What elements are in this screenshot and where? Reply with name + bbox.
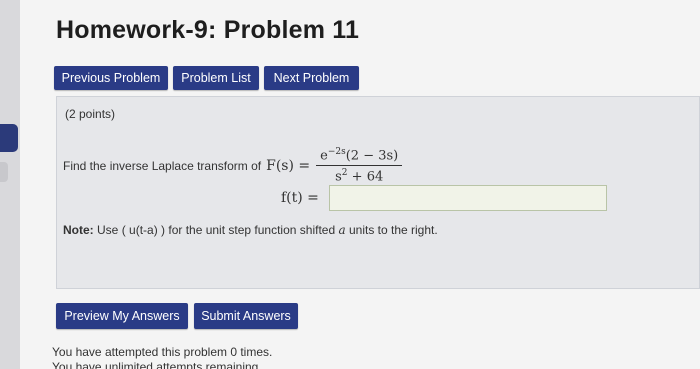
points-label: (2 points): [65, 107, 116, 121]
previous-problem-button[interactable]: Previous Problem: [54, 66, 168, 90]
page-title: Homework-9: Problem 11: [56, 16, 360, 44]
side-panel-tab[interactable]: [0, 124, 18, 152]
problem-list-button[interactable]: Problem List: [173, 66, 259, 90]
attempts-status: You have attempted this problem 0 times.: [52, 345, 273, 359]
problem-box: (2 points) Find the inverse Laplace tran…: [56, 96, 700, 289]
answer-label: f(t) =: [281, 190, 319, 206]
note-text: Note: Use ( u(t-a) ) for the unit step f…: [63, 223, 438, 237]
submit-answers-button[interactable]: Submit Answers: [194, 303, 298, 329]
problem-page: Homework-9: Problem 11 Previous Problem …: [20, 0, 700, 369]
fraction-denominator: s2 + 64: [335, 168, 384, 185]
side-panel-strip: [0, 0, 20, 369]
function-lhs: F(s) =: [266, 157, 311, 174]
answer-input[interactable]: [328, 185, 607, 211]
transform-fraction: e−2s(2 − 3s) s2 + 64: [316, 147, 403, 185]
next-problem-button[interactable]: Next Problem: [264, 66, 359, 90]
problem-statement: Find the inverse Laplace transform of F(…: [63, 147, 403, 185]
fraction-numerator: e−2s(2 − 3s): [316, 147, 403, 167]
problem-prompt: Find the inverse Laplace transform of: [63, 158, 262, 173]
attempts-remaining: You have unlimited attempts remaining.: [52, 360, 262, 369]
preview-answers-button[interactable]: Preview My Answers: [56, 303, 188, 329]
side-panel-tab-secondary[interactable]: [0, 162, 8, 182]
answer-row: f(t) =: [281, 185, 607, 211]
